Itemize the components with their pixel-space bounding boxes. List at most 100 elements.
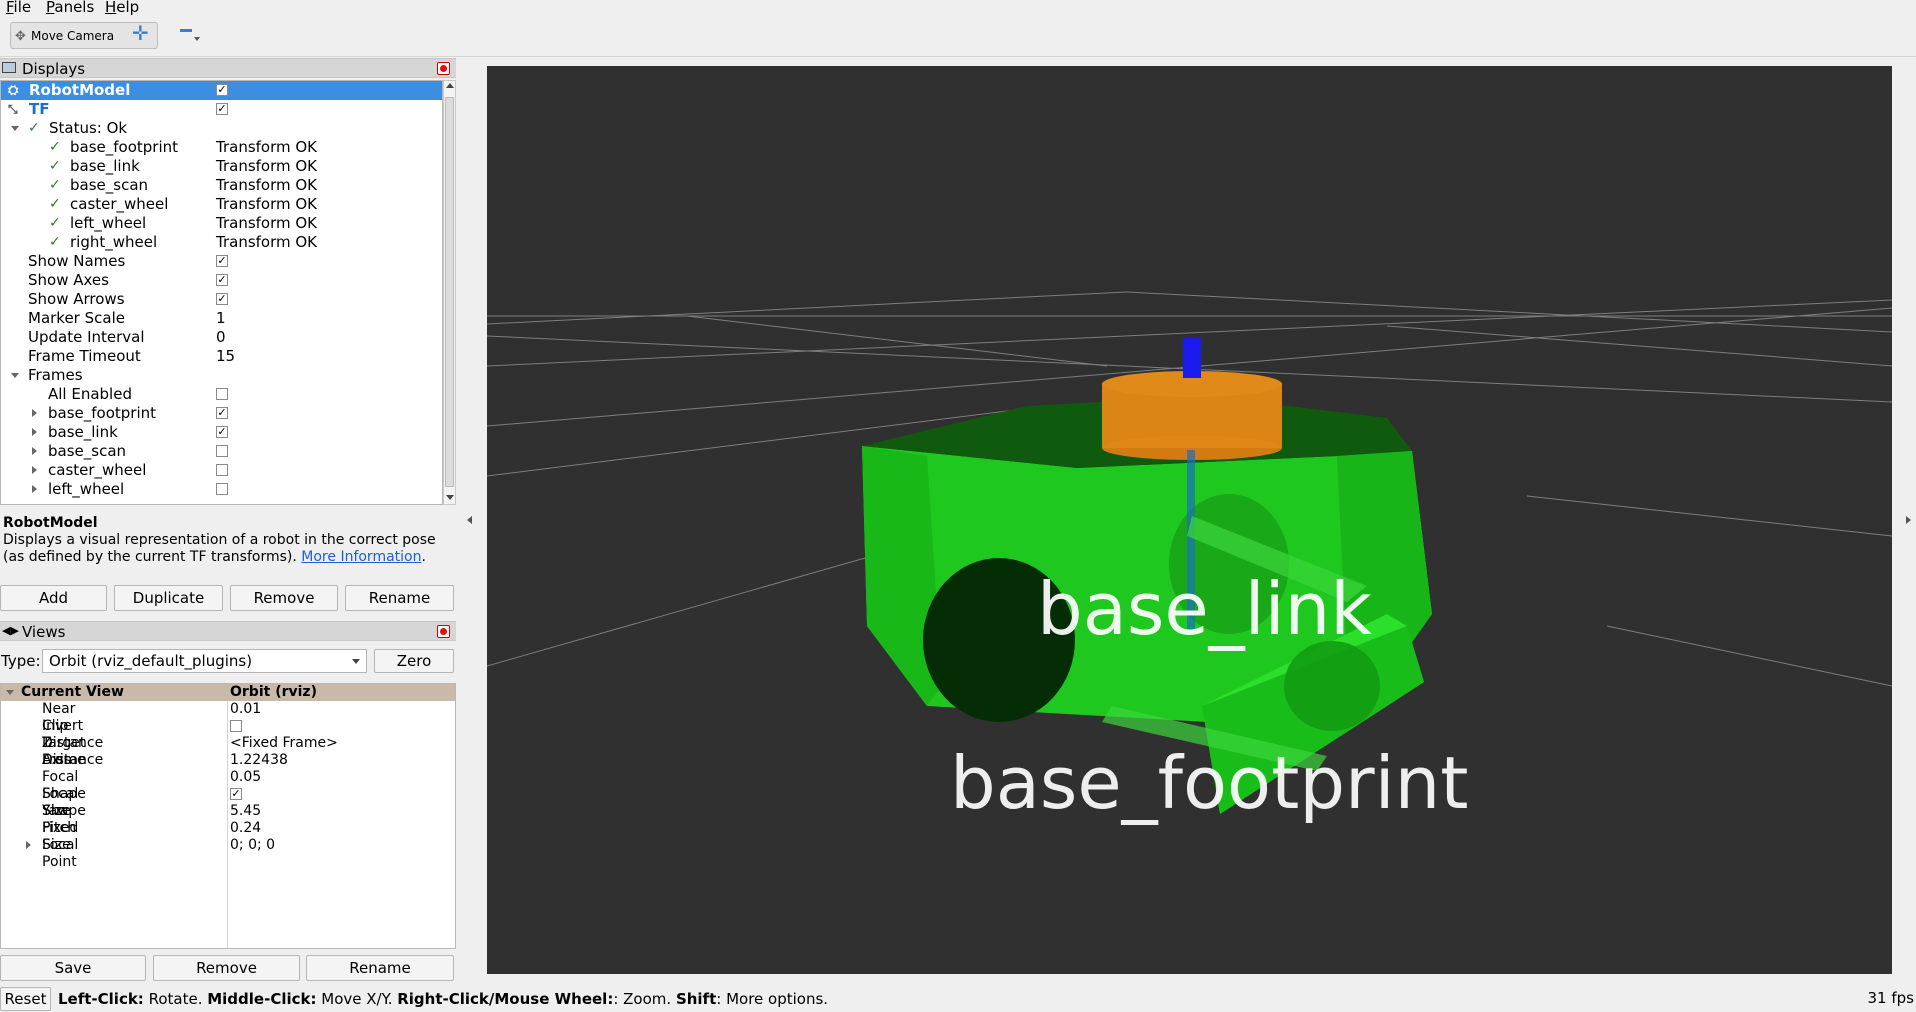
save-view-button[interactable]: Save — [0, 955, 146, 981]
displays-tree: ⛭ RobotModel ✓ ⤡ TF ✓ ✓ Status: Ok ✓ bas… — [0, 80, 443, 505]
robotmodel-checkbox[interactable]: ✓ — [216, 84, 228, 96]
move-camera-icon: ✥ — [15, 29, 26, 44]
remove-view-button[interactable]: Remove — [153, 955, 300, 981]
frame-base-link[interactable]: base_link ✓ — [1, 423, 442, 442]
menu-bar: File Panels Help — [0, 0, 1916, 16]
views-panel-header: ◀▶ Views — [0, 621, 456, 641]
expand-arrow-icon[interactable] — [32, 485, 37, 493]
update-interval-row[interactable]: Update Interval 0 — [1, 328, 442, 347]
tf-checkbox[interactable]: ✓ — [216, 103, 228, 115]
close-views-icon[interactable] — [437, 625, 450, 638]
expand-arrow-icon[interactable] — [11, 126, 19, 131]
ok-check-icon: ✓ — [49, 196, 61, 212]
expand-arrow-icon[interactable] — [6, 690, 14, 695]
collapse-left-icon[interactable] — [467, 516, 472, 524]
frame-checkbox[interactable]: ✓ — [216, 407, 228, 419]
invert-z-checkbox[interactable] — [230, 720, 242, 732]
show-arrows-row[interactable]: Show Arrows ✓ — [1, 290, 442, 309]
frames-row[interactable]: Frames — [1, 366, 442, 385]
ok-check-icon: ✓ — [28, 120, 40, 136]
views-tree: Current View Orbit (rviz) Near Clip Dist… — [0, 683, 456, 949]
monitor-icon — [2, 62, 16, 73]
current-view-label: Current View — [21, 684, 124, 700]
frame-checkbox[interactable]: ✓ — [216, 426, 228, 438]
menu-panels[interactable]: Panels — [46, 0, 94, 16]
marker-scale-row[interactable]: Marker Scale 1 — [1, 309, 442, 328]
view-type-label: Type: — [1, 652, 41, 670]
status-caster-wheel[interactable]: ✓ caster_wheel Transform OK — [1, 195, 442, 214]
frame-label-base-footprint: base_footprint — [950, 741, 1468, 825]
frame-timeout-row[interactable]: Frame Timeout 15 — [1, 347, 442, 366]
ok-check-icon: ✓ — [49, 234, 61, 250]
robot-icon: ⛭ — [8, 83, 19, 98]
reset-button[interactable]: Reset — [0, 987, 51, 1011]
status-right-wheel[interactable]: ✓ right_wheel Transform OK — [1, 233, 442, 252]
expand-arrow-icon[interactable] — [32, 466, 37, 474]
current-view-header[interactable]: Current View Orbit (rviz) — [1, 684, 455, 701]
description-title: RobotModel — [3, 515, 98, 531]
expand-arrow-icon[interactable] — [11, 373, 19, 378]
show-arrows-checkbox[interactable]: ✓ — [216, 293, 228, 305]
rename-view-button[interactable]: Rename — [306, 955, 454, 981]
frame-left-wheel[interactable]: left_wheel — [1, 480, 442, 499]
frame-base-scan[interactable]: base_scan — [1, 442, 442, 461]
close-displays-icon[interactable] — [437, 62, 450, 75]
show-axes-row[interactable]: Show Axes ✓ — [1, 271, 442, 290]
collapse-right-icon[interactable] — [1906, 516, 1911, 524]
focal-shape-fixed-checkbox[interactable]: ✓ — [230, 788, 242, 800]
3d-viewport[interactable]: base_link base_footprint — [487, 66, 1892, 974]
frame-base-footprint[interactable]: base_footprint ✓ — [1, 404, 442, 423]
display-description: RobotModel Displays a visual representat… — [0, 505, 456, 580]
ok-check-icon: ✓ — [49, 177, 61, 193]
duplicate-display-button[interactable]: Duplicate — [114, 585, 223, 611]
displays-panel-header: Displays — [0, 58, 456, 78]
show-axes-checkbox[interactable]: ✓ — [216, 274, 228, 286]
remove-display-button[interactable]: Remove — [230, 585, 338, 611]
all-enabled-row[interactable]: All Enabled — [1, 385, 442, 404]
displays-panel-title: Displays — [22, 60, 86, 78]
all-enabled-checkbox[interactable] — [216, 388, 228, 400]
expand-arrow-icon[interactable] — [32, 409, 37, 417]
fps-counter: 31 fps — [1867, 989, 1914, 1007]
current-view-value: Orbit (rviz) — [230, 684, 317, 700]
tf-status-row[interactable]: ✓ Status: Ok — [1, 119, 442, 138]
status-base-link[interactable]: ✓ base_link Transform OK — [1, 157, 442, 176]
display-tf[interactable]: ⤡ TF ✓ — [1, 100, 442, 119]
toolbar: ✥ Move Camera ✛ — [0, 16, 1916, 57]
scrollbar-thumb[interactable] — [445, 97, 454, 487]
add-tool-icon[interactable]: ✛ — [132, 23, 149, 43]
zero-button[interactable]: Zero — [374, 649, 454, 673]
frame-caster-wheel[interactable]: caster_wheel — [1, 461, 442, 480]
rename-display-button[interactable]: Rename — [345, 585, 454, 611]
more-information-link[interactable]: More Information — [301, 549, 421, 565]
status-base-scan[interactable]: ✓ base_scan Transform OK — [1, 176, 442, 195]
tf-axes-icon: ⤡ — [8, 102, 18, 116]
views-panel-title: Views — [22, 623, 66, 641]
view-type-select[interactable]: Orbit (rviz_default_plugins) — [42, 649, 367, 673]
show-names-checkbox[interactable]: ✓ — [216, 255, 228, 267]
move-camera-label: Move Camera — [31, 29, 115, 43]
expand-arrow-icon[interactable] — [26, 841, 31, 849]
ok-check-icon: ✓ — [49, 139, 61, 155]
menu-help[interactable]: Help — [105, 0, 139, 16]
frame-checkbox[interactable] — [216, 464, 228, 476]
views-eye-icon: ◀▶ — [2, 624, 19, 637]
frame-checkbox[interactable] — [216, 445, 228, 457]
remove-tool-icon[interactable] — [180, 23, 200, 41]
scene-render: base_link base_footprint — [487, 291, 1892, 825]
frame-label-base-link: base_link — [1037, 567, 1372, 651]
ok-check-icon: ✓ — [49, 215, 61, 231]
description-body: Displays a visual representation of a ro… — [3, 532, 436, 565]
frame-checkbox[interactable] — [216, 483, 228, 495]
expand-arrow-icon[interactable] — [32, 428, 37, 436]
display-robotmodel[interactable]: ⛭ RobotModel ✓ — [1, 81, 442, 100]
displays-scrollbar[interactable] — [443, 80, 456, 505]
status-left-wheel[interactable]: ✓ left_wheel Transform OK — [1, 214, 442, 233]
expand-arrow-icon[interactable] — [32, 447, 37, 455]
status-base-footprint[interactable]: ✓ base_footprint Transform OK — [1, 138, 442, 157]
chevron-down-icon — [352, 659, 360, 664]
show-names-row[interactable]: Show Names ✓ — [1, 252, 442, 271]
add-display-button[interactable]: Add — [0, 585, 107, 611]
menu-file[interactable]: File — [6, 0, 31, 16]
view-type-value: Orbit (rviz_default_plugins) — [49, 652, 253, 670]
